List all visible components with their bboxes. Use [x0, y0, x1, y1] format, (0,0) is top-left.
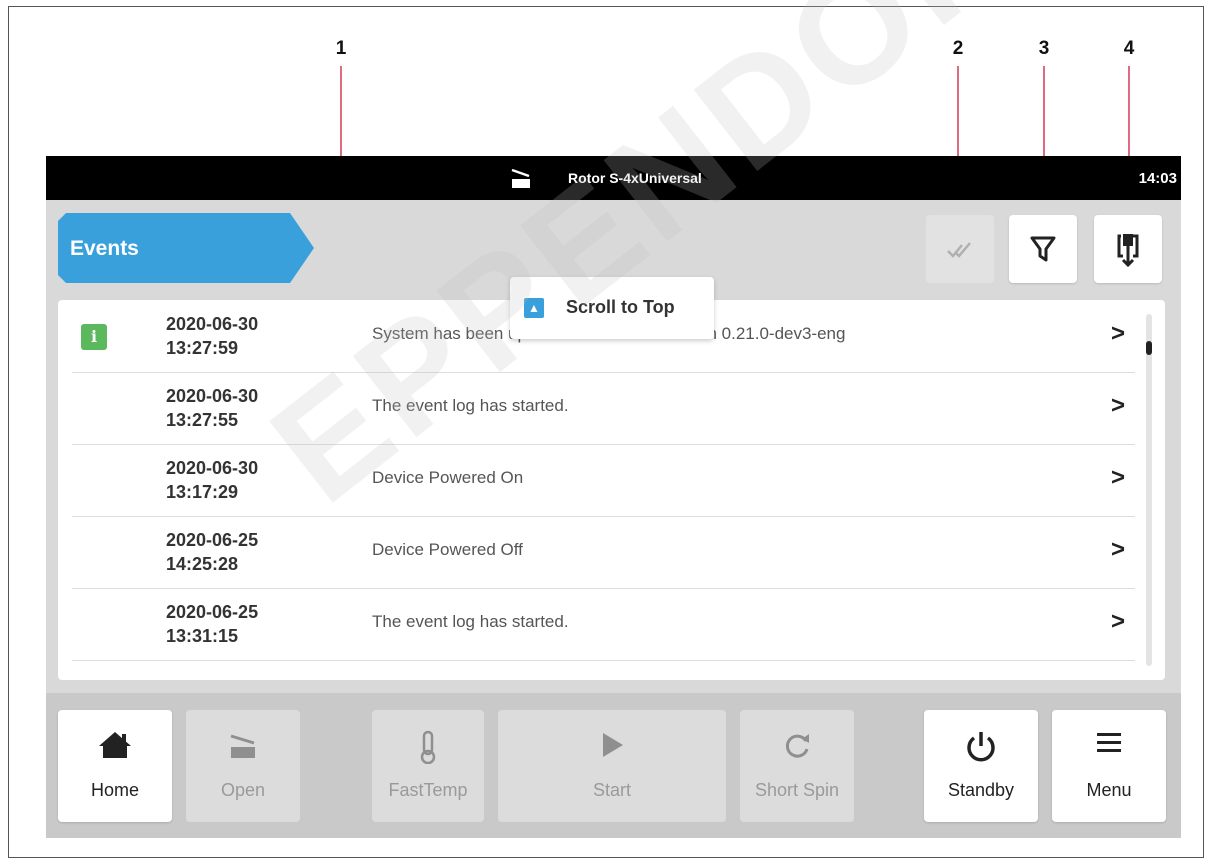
device-screen: Rotor S-4xUniversal 14:03 Events i 2020-…: [46, 156, 1181, 838]
standby-label: Standby: [947, 780, 1015, 800]
event-message: Device Powered Off: [372, 540, 523, 559]
event-message: The event log has started.: [372, 396, 569, 415]
open-button[interactable]: Open: [186, 710, 300, 822]
home-icon: [99, 732, 131, 758]
callout-number-1: 1: [335, 38, 347, 59]
short-spin-label: Short Spin: [754, 780, 840, 800]
rotor-title: Rotor S-4xUniversal: [568, 170, 702, 186]
scrollbar-thumb[interactable]: [1146, 341, 1152, 356]
event-date: 2020-06-30: [166, 458, 259, 478]
short-spin-button[interactable]: Short Spin: [740, 710, 854, 822]
status-bar: Rotor S-4xUniversal 14:03: [46, 156, 1181, 200]
event-row[interactable]: 2020-06-30 13:17:29 Device Powered On >: [72, 444, 1135, 517]
event-datetime: 2020-06-30 13:27:59: [166, 312, 258, 360]
double-check-icon: [947, 242, 971, 258]
filter-button[interactable]: [1009, 215, 1077, 283]
standby-button[interactable]: Standby: [924, 710, 1038, 822]
info-icon: i: [81, 324, 107, 350]
chevron-right-icon[interactable]: >: [1111, 392, 1125, 420]
event-time: 13:17:29: [166, 482, 239, 502]
event-datetime: 2020-06-25 13:31:15: [166, 600, 258, 648]
fasttemp-button[interactable]: FastTemp: [372, 710, 484, 822]
power-icon: [967, 732, 995, 762]
scrollbar-track[interactable]: [1146, 314, 1152, 666]
event-date: 2020-06-30: [166, 314, 259, 334]
start-button[interactable]: Start: [498, 710, 726, 822]
menu-label: Menu: [1086, 780, 1132, 800]
open-label: Open: [220, 780, 266, 800]
export-button[interactable]: [1094, 215, 1162, 283]
scroll-to-top-button[interactable]: ▲ Scroll to Top: [510, 277, 714, 339]
event-time: 13:27:55: [166, 410, 239, 430]
event-time: 13:27:59: [166, 338, 239, 358]
rotor-lid-icon: [511, 168, 530, 188]
fasttemp-label: FastTemp: [388, 780, 468, 800]
chevron-right-icon[interactable]: >: [1111, 464, 1125, 492]
bottom-bar: Home Open FastTemp Start Short Spin Stan…: [46, 693, 1181, 838]
chevron-right-icon[interactable]: >: [1111, 536, 1125, 564]
event-row[interactable]: 2020-06-25 13:31:15 The event log has st…: [72, 588, 1135, 661]
event-row[interactable]: 2020-06-30 13:27:55 The event log has st…: [72, 372, 1135, 445]
scroll-to-top-label: Scroll to Top: [566, 297, 675, 317]
event-datetime: 2020-06-30 13:17:29: [166, 456, 258, 504]
event-datetime: 2020-06-25 14:25:28: [166, 528, 258, 576]
acknowledge-button[interactable]: [926, 215, 994, 283]
callout-number-2: 2: [952, 38, 964, 59]
refresh-icon: [785, 734, 809, 758]
event-list[interactable]: i 2020-06-30 13:27:59 System has been up…: [58, 300, 1165, 680]
tab-events-label: Events: [70, 237, 139, 260]
play-icon: [603, 733, 623, 757]
callout-number-4: 4: [1123, 38, 1135, 59]
event-datetime: 2020-06-30 13:27:55: [166, 384, 258, 432]
filter-icon: [1030, 236, 1056, 262]
chevron-up-icon: ▲: [524, 298, 544, 318]
event-row[interactable]: 2020-06-25 14:25:28 Device Powered Off >: [72, 516, 1135, 589]
event-date: 2020-06-25: [166, 602, 259, 622]
home-button[interactable]: Home: [58, 710, 172, 822]
event-message: The event log has started.: [372, 612, 569, 631]
start-label: Start: [592, 780, 631, 800]
thermometer-icon: [420, 730, 436, 764]
menu-button[interactable]: Menu: [1052, 710, 1166, 822]
event-message: Device Powered On: [372, 468, 524, 487]
export-icon: [1117, 234, 1139, 268]
tab-events[interactable]: Events: [58, 213, 314, 283]
clock: 14:03: [1138, 170, 1177, 187]
home-label: Home: [90, 780, 139, 800]
callout-number-3: 3: [1038, 38, 1050, 59]
event-date: 2020-06-25: [166, 530, 259, 550]
event-date: 2020-06-30: [166, 386, 259, 406]
hamburger-menu-icon: [1097, 733, 1121, 752]
chevron-right-icon[interactable]: >: [1111, 320, 1125, 348]
chevron-right-icon[interactable]: >: [1111, 608, 1125, 636]
event-time: 13:31:15: [166, 626, 239, 646]
event-time: 14:25:28: [166, 554, 239, 574]
lid-open-icon: [230, 734, 255, 758]
